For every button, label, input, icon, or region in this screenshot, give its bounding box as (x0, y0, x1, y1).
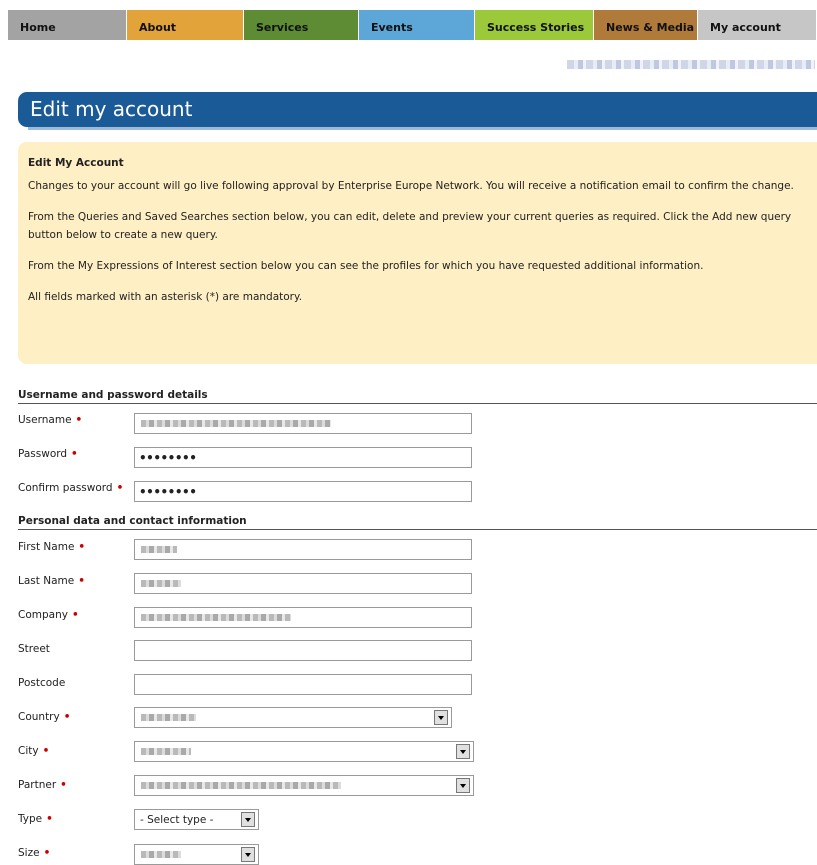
username-label: Username • (18, 414, 83, 426)
info-paragraph: All fields marked with an asterisk (*) a… (28, 291, 303, 303)
main-nav: Home About Services Events Success Stori… (8, 10, 817, 40)
postcode-label: Postcode (18, 677, 66, 689)
size-label: Size • (18, 847, 51, 859)
company-field[interactable] (134, 607, 472, 628)
info-paragraph: From the My Expressions of Interest sect… (28, 260, 704, 272)
password-field[interactable]: •••••••• (134, 447, 472, 468)
chevron-down-icon[interactable] (456, 778, 470, 793)
confirm-password-label: Confirm password • (18, 482, 124, 494)
nav-tab-my-account[interactable]: My account (698, 10, 817, 40)
nav-tab-about[interactable]: About (127, 10, 244, 40)
user-info-redacted (567, 60, 815, 69)
chevron-down-icon[interactable] (241, 847, 255, 862)
password-label: Password • (18, 448, 78, 460)
street-label: Street (18, 643, 50, 655)
nav-tab-services[interactable]: Services (244, 10, 359, 40)
city-select[interactable] (134, 741, 474, 762)
partner-select[interactable] (134, 775, 474, 796)
first-name-label: First Name • (18, 541, 86, 553)
company-label: Company • (18, 609, 79, 621)
chevron-down-icon[interactable] (241, 812, 255, 827)
partner-label: Partner • (18, 779, 67, 791)
street-field[interactable] (134, 640, 472, 661)
type-select[interactable]: - Select type - (134, 809, 259, 830)
first-name-field[interactable] (134, 539, 472, 560)
postcode-field[interactable] (134, 674, 472, 695)
country-label: Country • (18, 711, 71, 723)
confirm-password-field[interactable]: •••••••• (134, 481, 472, 502)
last-name-label: Last Name • (18, 575, 85, 587)
country-select[interactable] (134, 707, 452, 728)
section-title-personal: Personal data and contact information (18, 515, 817, 530)
size-select[interactable] (134, 844, 259, 865)
info-box: Edit My Account Changes to your account … (18, 142, 817, 364)
chevron-down-icon[interactable] (456, 744, 470, 759)
info-heading: Edit My Account (28, 157, 124, 169)
info-paragraph: Changes to your account will go live fol… (28, 180, 794, 192)
nav-tab-events[interactable]: Events (359, 10, 475, 40)
nav-tab-news-media[interactable]: News & Media (594, 10, 698, 40)
username-field[interactable] (134, 413, 472, 434)
type-label: Type • (18, 813, 53, 825)
chevron-down-icon[interactable] (434, 710, 448, 725)
page-title: Edit my account (18, 92, 817, 130)
section-title-credentials: Username and password details (18, 389, 817, 404)
nav-tab-home[interactable]: Home (8, 10, 127, 40)
nav-tab-success-stories[interactable]: Success Stories (475, 10, 594, 40)
city-label: City • (18, 745, 50, 757)
last-name-field[interactable] (134, 573, 472, 594)
info-paragraph: From the Queries and Saved Searches sect… (28, 211, 792, 241)
